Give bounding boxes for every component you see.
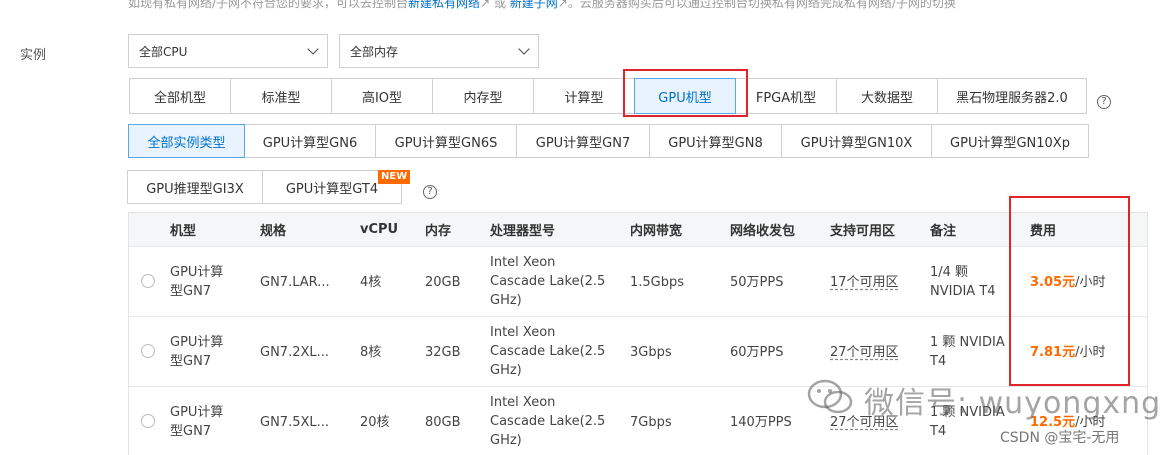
- cell-memory: 32GB: [425, 345, 461, 360]
- create-subnet-link[interactable]: 新建子网: [510, 0, 558, 10]
- cell-vcpu: 20核: [360, 415, 390, 430]
- tab-big-data[interactable]: 大数据型: [836, 78, 938, 114]
- cell-processor: Intel Xeon Cascade Lake(2.5 GHz): [490, 325, 606, 378]
- cell-spec: GN7.5XL...: [260, 415, 330, 430]
- col-header-price: 费用: [1030, 224, 1057, 239]
- cell-pps: 140万PPS: [730, 415, 792, 430]
- col-header-pps: 网络收发包: [730, 224, 796, 239]
- cell-spec: GN7.2XL...: [260, 345, 330, 360]
- cpu-filter-value: 全部CPU: [139, 44, 188, 59]
- cpu-filter-select[interactable]: 全部CPU: [128, 34, 328, 68]
- cell-note: 1/4 颗 NVIDIA T4: [930, 265, 996, 299]
- col-header-vcpu: vCPU: [360, 222, 399, 237]
- tab-bare-metal[interactable]: 黑石物理服务器2.0: [937, 78, 1087, 114]
- table-header: 机型 规格 vCPU 内存 处理器型号 内网带宽 网络收发包 支持可用区 备注 …: [129, 213, 1147, 247]
- cell-bandwidth: 1.5Gbps: [630, 275, 685, 290]
- instance-type-tabs: 全部实例类型 GPU计算型GN6 GPU计算型GN6S GPU计算型GN7 GP…: [128, 124, 1089, 158]
- cell-vcpu: 4核: [360, 275, 382, 290]
- wechat-icon: [807, 379, 853, 414]
- create-vpc-link[interactable]: 新建私有网络: [408, 0, 480, 10]
- col-header-bandwidth: 内网带宽: [630, 224, 683, 239]
- instance-label: 实例: [20, 48, 47, 63]
- chevron-down-icon: [307, 43, 319, 55]
- tab-gpu[interactable]: GPU机型: [634, 78, 736, 114]
- cell-note: 1 颗 NVIDIA T4: [930, 335, 1005, 369]
- tab-gn8[interactable]: GPU计算型GN8: [649, 124, 782, 158]
- cell-pps: 50万PPS: [730, 275, 784, 290]
- memory-filter-value: 全部内存: [350, 44, 399, 59]
- cell-memory: 20GB: [425, 275, 461, 290]
- cell-bandwidth: 3Gbps: [630, 345, 672, 360]
- row-radio[interactable]: [141, 344, 155, 358]
- instance-family-tabs: 全部机型 标准型 高IO型 内存型 计算型 GPU机型 FPGA机型 大数据型 …: [129, 78, 1087, 114]
- cell-price: 7.81元/小时: [1030, 345, 1106, 360]
- tab-gn10x[interactable]: GPU计算型GN10X: [781, 124, 932, 158]
- col-header-memory: 内存: [425, 224, 452, 239]
- vpc-note: 如现有私有网络/子网不符合您的要求，可以去控制台新建私有网络↗ 或 新建子网↗。…: [128, 0, 956, 11]
- new-badge: NEW: [378, 170, 411, 184]
- tab-gn6[interactable]: GPU计算型GN6: [244, 124, 376, 158]
- cell-bandwidth: 7Gbps: [630, 415, 672, 430]
- row-radio[interactable]: [141, 414, 155, 428]
- col-header-type: 机型: [170, 224, 197, 239]
- help-icon[interactable]: ?: [1097, 95, 1111, 109]
- cell-zones-link[interactable]: 27个可用区: [830, 343, 899, 362]
- instance-type-tabs-row2: GPU推理型GI3X GPU计算型GT4: [127, 170, 402, 204]
- row-radio[interactable]: [141, 274, 155, 288]
- cell-spec: GN7.LAR...: [260, 275, 330, 290]
- cell-type: GPU计算 型GN7: [170, 335, 224, 369]
- tab-gn6s[interactable]: GPU计算型GN6S: [375, 124, 517, 158]
- tab-high-io[interactable]: 高IO型: [331, 78, 433, 114]
- cell-vcpu: 8核: [360, 345, 382, 360]
- tab-standard[interactable]: 标准型: [230, 78, 332, 114]
- col-header-zones: 支持可用区: [830, 224, 896, 239]
- tab-compute[interactable]: 计算型: [533, 78, 635, 114]
- col-header-spec: 规格: [260, 224, 287, 239]
- cell-type: GPU计算 型GN7: [170, 265, 224, 299]
- cell-type: GPU计算 型GN7: [170, 405, 224, 439]
- cell-memory: 80GB: [425, 415, 461, 430]
- tab-gi3x[interactable]: GPU推理型GI3X: [127, 170, 263, 204]
- memory-filter-select[interactable]: 全部内存: [339, 34, 539, 68]
- tab-fpga[interactable]: FPGA机型: [735, 78, 837, 114]
- table-row[interactable]: GPU计算 型GN7 GN7.2XL... 8核 32GB Intel Xeon C…: [129, 317, 1147, 387]
- wechat-watermark: 微信号: wuyongxng: [864, 386, 1161, 421]
- cell-processor: Intel Xeon Cascade Lake(2.5 GHz): [490, 395, 606, 448]
- csdn-credit: CSDN @宝宅-无用: [1000, 430, 1120, 446]
- cell-pps: 60万PPS: [730, 345, 784, 360]
- col-header-processor: 处理器型号: [490, 224, 556, 239]
- tab-gn10xp[interactable]: GPU计算型GN10Xp: [931, 124, 1089, 158]
- table-row[interactable]: GPU计算 型GN7 GN7.LAR... 4核 20GB Intel Xeon C…: [129, 247, 1147, 317]
- tab-all-types[interactable]: 全部实例类型: [128, 124, 245, 158]
- cell-price: 3.05元/小时: [1030, 275, 1106, 290]
- col-header-note: 备注: [930, 224, 957, 239]
- help-icon[interactable]: ?: [423, 185, 437, 199]
- cell-processor: Intel Xeon Cascade Lake(2.5 GHz): [490, 255, 606, 308]
- tab-memory[interactable]: 内存型: [432, 78, 534, 114]
- cell-zones-link[interactable]: 17个可用区: [830, 273, 899, 292]
- tab-all-families[interactable]: 全部机型: [129, 78, 231, 114]
- chevron-down-icon: [518, 43, 530, 55]
- tab-gn7[interactable]: GPU计算型GN7: [516, 124, 650, 158]
